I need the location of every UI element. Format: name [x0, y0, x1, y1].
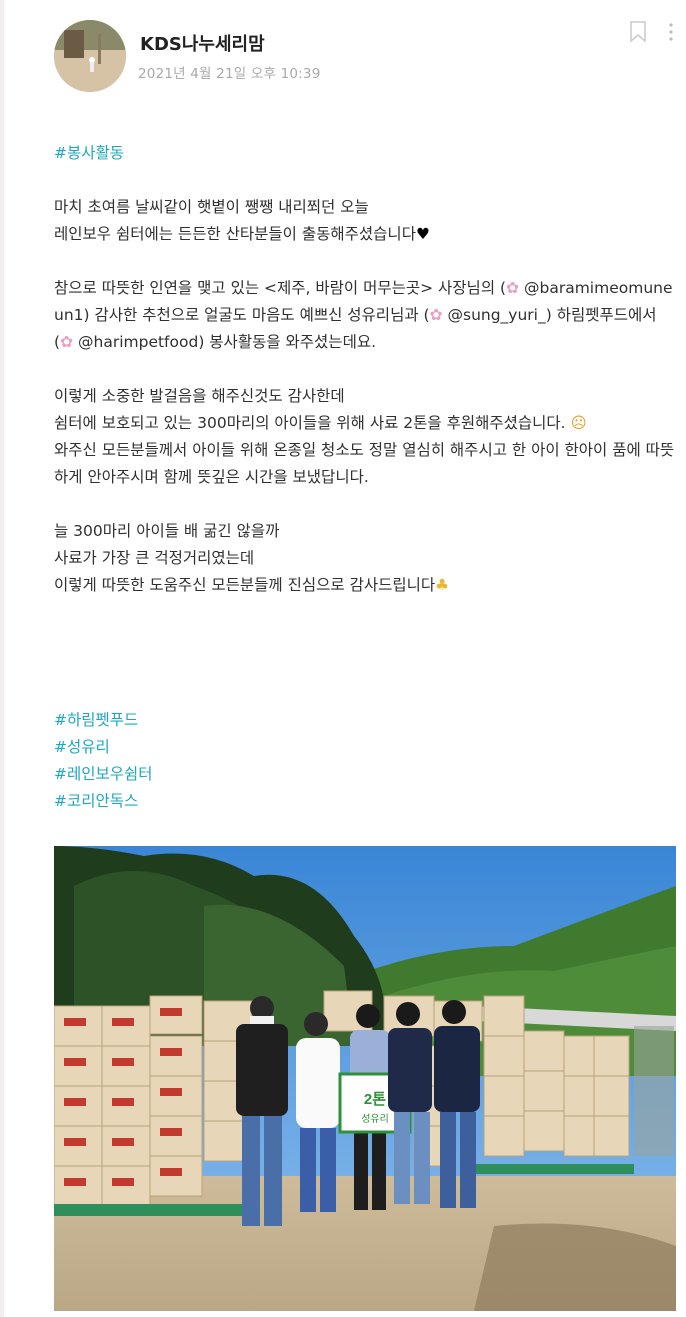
paragraph-text: 늘 300마리 아이들 배 굶긴 않을까 — [54, 522, 280, 540]
post-body: #봉사활동 마치 초여름 날씨같이 햇볕이 쨍쨍 내리쬐던 오늘 레인보우 쉼터… — [54, 140, 676, 815]
paragraph-text: 사료가 가장 큰 걱정거리였는데 — [54, 549, 255, 567]
mention-link[interactable]: @sung_yuri_ — [448, 306, 546, 324]
author-name[interactable]: KDS나누세리맘 — [140, 30, 265, 56]
flower-icon: ✿ — [506, 279, 520, 297]
hashtag-link[interactable]: #레인보우쉼터 — [54, 761, 676, 788]
more-options-icon[interactable] — [668, 20, 674, 44]
praying-hands-icon: ♣ — [435, 576, 450, 594]
sign-text-top: 2톤 — [364, 1091, 386, 1108]
paragraph-text: 참으로 따뜻한 인연을 맺고 있는 <제주, 바람이 머무는곳> 사장님의 (✿… — [54, 279, 673, 351]
crying-face-icon: ☹ — [570, 414, 587, 432]
paragraph-text: 마치 초여름 날씨같이 햇볕이 쨍쨍 내리쬐던 오늘 — [54, 198, 369, 216]
post-photo[interactable]: 2톤 성유리 — [54, 846, 676, 1311]
post-date: 2021년 4월 21일 오후 10:39 — [138, 66, 321, 82]
paragraph-text: 레인보우 쉼터에는 든든한 산타분들이 출동해주셨습니다♥ — [54, 225, 430, 243]
flower-icon: ✿ — [429, 306, 443, 324]
paragraph-text: 이렇게 소중한 발걸음을 해주신것도 감사한데 — [54, 387, 345, 405]
paragraph-text: 이렇게 따뜻한 도움주신 모든분들께 진심으로 감사드립니다♣ — [54, 576, 450, 594]
hashtag-link[interactable]: #코리안독스 — [54, 788, 676, 815]
author-avatar[interactable] — [54, 20, 126, 92]
hashtag-link[interactable]: #성유리 — [54, 734, 676, 761]
paragraph-text: 와주신 모든분들께서 아이들 위해 온종일 청소도 정말 열심히 해주시고 한 … — [54, 441, 675, 486]
paragraph-text: 쉼터에 보호되고 있는 300마리의 아이들을 위해 사료 2톤을 후원해주셨습… — [54, 414, 587, 432]
sign-text-name: 성유리 — [361, 1113, 389, 1125]
mention-link[interactable]: @harimpetfood — [78, 333, 198, 351]
heart-icon: ♥ — [415, 225, 430, 243]
bookmark-icon[interactable] — [628, 20, 648, 44]
flower-icon: ✿ — [60, 333, 74, 351]
hashtag-link[interactable]: #봉사활동 — [54, 140, 676, 167]
hashtag-link[interactable]: #하림펫푸드 — [54, 707, 676, 734]
